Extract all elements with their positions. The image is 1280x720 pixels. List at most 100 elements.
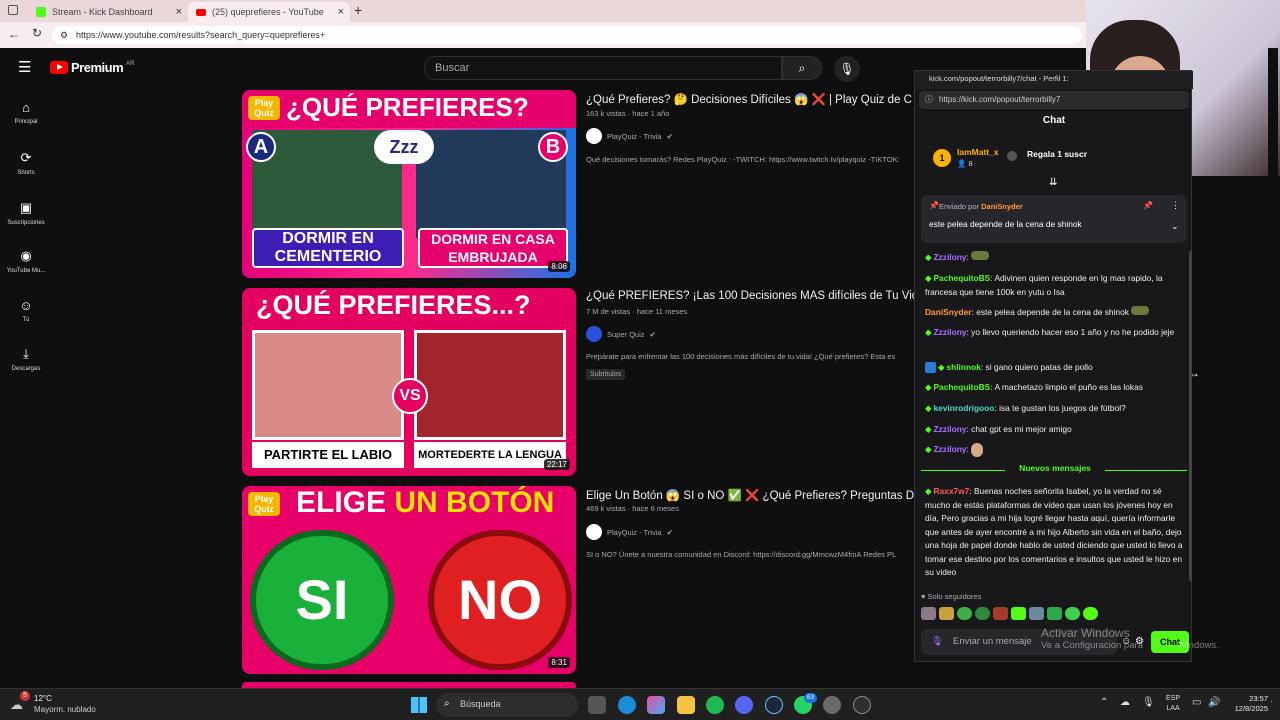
emote-icon[interactable] <box>1083 607 1098 620</box>
collapse-icon[interactable]: ⇊ <box>1049 177 1057 188</box>
notification-bell-icon[interactable]: · <box>1270 697 1273 706</box>
tab-kick-dashboard[interactable]: Stream - Kick Dashboard × <box>28 2 188 22</box>
clock[interactable]: 23:57 12/8/2025 <box>1226 694 1268 714</box>
search-placeholder: Buscar <box>435 62 470 74</box>
url-field[interactable]: ⚙ https://www.youtube.com/results?search… <box>52 26 1082 44</box>
clock-time: 23:57 <box>1249 694 1268 703</box>
channel-link[interactable]: PlayQuiz - Trivia ✔ <box>586 524 673 540</box>
close-icon[interactable]: × <box>338 6 344 18</box>
search-input[interactable]: Buscar <box>424 56 782 80</box>
settings-icon[interactable] <box>823 696 841 714</box>
chat-message: ◆ PachequitoBS: Adivinen quien responde e… <box>925 273 1163 297</box>
emote-icon[interactable] <box>1029 607 1044 620</box>
chat-username[interactable]: PachequitoBS <box>933 382 990 392</box>
chat-username[interactable]: Zzzilony <box>933 444 966 454</box>
emote-icon[interactable] <box>993 607 1008 620</box>
gift-count: 👤 8 <box>957 159 973 168</box>
chat-username[interactable]: Zzzilony <box>933 252 966 262</box>
notification-badge: 5 <box>20 691 30 701</box>
microphone-icon[interactable]: 🎙 <box>1142 697 1155 708</box>
site-info-icon[interactable]: ⚙ <box>60 26 68 44</box>
reload-icon[interactable]: ↻ <box>32 26 42 40</box>
emote-quick-bar[interactable] <box>921 607 1098 620</box>
new-tab-button[interactable]: + <box>354 2 362 18</box>
edge-icon[interactable] <box>618 696 636 714</box>
chevron-up-icon[interactable]: ⌃ <box>1100 697 1108 708</box>
channel-link[interactable]: PlayQuiz - Trivia ✔ <box>586 128 673 144</box>
logo-text: Premium <box>71 60 124 75</box>
window-menu-icon[interactable] <box>8 5 18 15</box>
windows-start-icon[interactable] <box>411 697 427 713</box>
chat-scrollbar[interactable] <box>1189 251 1192 581</box>
video-thumbnail[interactable]: Play Quiz ¿QUÉ PREFIERES? A B Zzz DORMIR… <box>242 90 576 278</box>
discord-icon[interactable] <box>735 696 753 714</box>
chat-message: ◆ Zzzilony: chat gpt es mi mejor amigo <box>925 424 1072 434</box>
chat-username[interactable]: Zzzilony <box>933 327 966 337</box>
rank-badge: 1 <box>933 149 951 167</box>
popout-url-field[interactable]: ⓘ https://kick.com/popout/terrorbilly7 <box>919 91 1189 109</box>
sidebar-item-downloads[interactable]: ⤓ Descargas <box>0 346 52 372</box>
onedrive-icon[interactable]: ☁ <box>1120 697 1130 708</box>
video-title[interactable]: ¿Qué Prefieres? 🤔 Decisiones Difíciles 😱… <box>586 92 916 106</box>
video-thumbnail[interactable]: Play Quiz ELIGE UN BOTÓN SI NO 8:31 <box>242 486 576 674</box>
emote-icon[interactable] <box>1047 607 1062 620</box>
emote-icon[interactable] <box>1011 607 1026 620</box>
moderator-icon <box>925 362 936 374</box>
more-options-icon[interactable]: ⋮ <box>1171 200 1180 211</box>
language-indicator[interactable]: ESP LAA <box>1166 694 1180 714</box>
chat-username[interactable]: Raxx7w7 <box>933 486 969 496</box>
file-explorer-icon[interactable] <box>677 696 695 714</box>
obs-icon[interactable] <box>853 696 871 714</box>
menu-icon[interactable]: ☰ <box>18 58 31 76</box>
sidebar-item-shorts[interactable]: ⟳ Shorts <box>0 150 52 176</box>
sidebar-item-music[interactable]: ◉ YouTube Mu... <box>0 248 52 274</box>
emote-icon[interactable] <box>921 607 936 620</box>
search-button[interactable]: ⌕ <box>782 56 822 80</box>
mic-icon[interactable]: 🎙 <box>931 629 943 655</box>
avatar <box>586 326 602 342</box>
subscriptions-icon: ▣ <box>19 200 33 215</box>
youtube-logo[interactable]: Premium AR <box>50 60 134 75</box>
video-title[interactable]: Elige Un Botón 😱 SI o NO ✅ ❌ ¿Qué Prefie… <box>586 488 916 502</box>
person-icon: 👤 <box>957 159 967 168</box>
sidebar-item-subscriptions[interactable]: ▣ Suscripciones <box>0 200 52 226</box>
chat-username[interactable]: PachequitoBS <box>933 273 990 283</box>
close-icon[interactable]: × <box>176 6 182 18</box>
page-scrollbar[interactable] <box>1268 48 1278 684</box>
emote-icon[interactable] <box>1065 607 1080 620</box>
weather-widget[interactable]: ☁ 5 12°C Mayorm. nublado <box>10 691 120 717</box>
verified-icon: ✔ <box>666 527 673 537</box>
volume-icon[interactable]: 🔊 <box>1208 697 1220 708</box>
chat-username[interactable]: Zzzilony <box>933 424 966 434</box>
tab-youtube[interactable]: (25) queprefieres - YouTube × <box>188 2 350 22</box>
emote-icon <box>971 251 990 260</box>
chat-username[interactable]: kevinrodrigooo <box>933 403 994 413</box>
chevron-down-icon[interactable]: ⌄ <box>1171 221 1179 232</box>
video-thumbnail[interactable]: ¿QUÉ PREFIERES...? VS PARTIRTE EL LABIO … <box>242 288 576 476</box>
activate-windows-watermark: Activar Windows Ve a Configuración para … <box>1041 626 1219 651</box>
spotify-icon[interactable] <box>706 696 724 714</box>
voice-search-button[interactable]: 🎙 <box>834 56 860 82</box>
emote-icon[interactable] <box>957 607 972 620</box>
unpin-icon[interactable]: 📌 <box>1143 201 1153 210</box>
sidebar-item-you[interactable]: ☺ Tú <box>0 298 52 323</box>
notification-badge: 63 <box>804 693 817 703</box>
no-button-graphic: NO <box>428 530 572 670</box>
task-view-icon[interactable] <box>588 696 606 714</box>
taskbar-search[interactable]: ⌕ Búsqueda <box>436 693 578 717</box>
emote-icon[interactable] <box>939 607 954 620</box>
emote-icon[interactable] <box>975 607 990 620</box>
back-icon[interactable]: ← <box>8 27 20 41</box>
chat-message: ◆ Zzzilony: <box>925 443 1187 457</box>
chat-username[interactable]: DaniSnyder <box>925 307 972 317</box>
pinned-username: DaniSnyder <box>981 202 1023 211</box>
video-title[interactable]: ¿Qué PREFIERES? ¡Las 100 Decisiones MÁS … <box>586 290 916 302</box>
network-icon[interactable]: ▭ <box>1192 697 1201 708</box>
gift-button[interactable]: Regala 1 suscr <box>1027 149 1087 159</box>
chat-username[interactable]: shlinnok <box>946 362 980 372</box>
channel-link[interactable]: Super Quiz ✔ <box>586 326 656 342</box>
weather-description: Mayorm. nublado <box>34 705 96 714</box>
steam-icon[interactable] <box>765 696 783 714</box>
copilot-icon[interactable] <box>647 696 665 714</box>
sidebar-item-home[interactable]: ⌂ Principal <box>0 100 52 125</box>
